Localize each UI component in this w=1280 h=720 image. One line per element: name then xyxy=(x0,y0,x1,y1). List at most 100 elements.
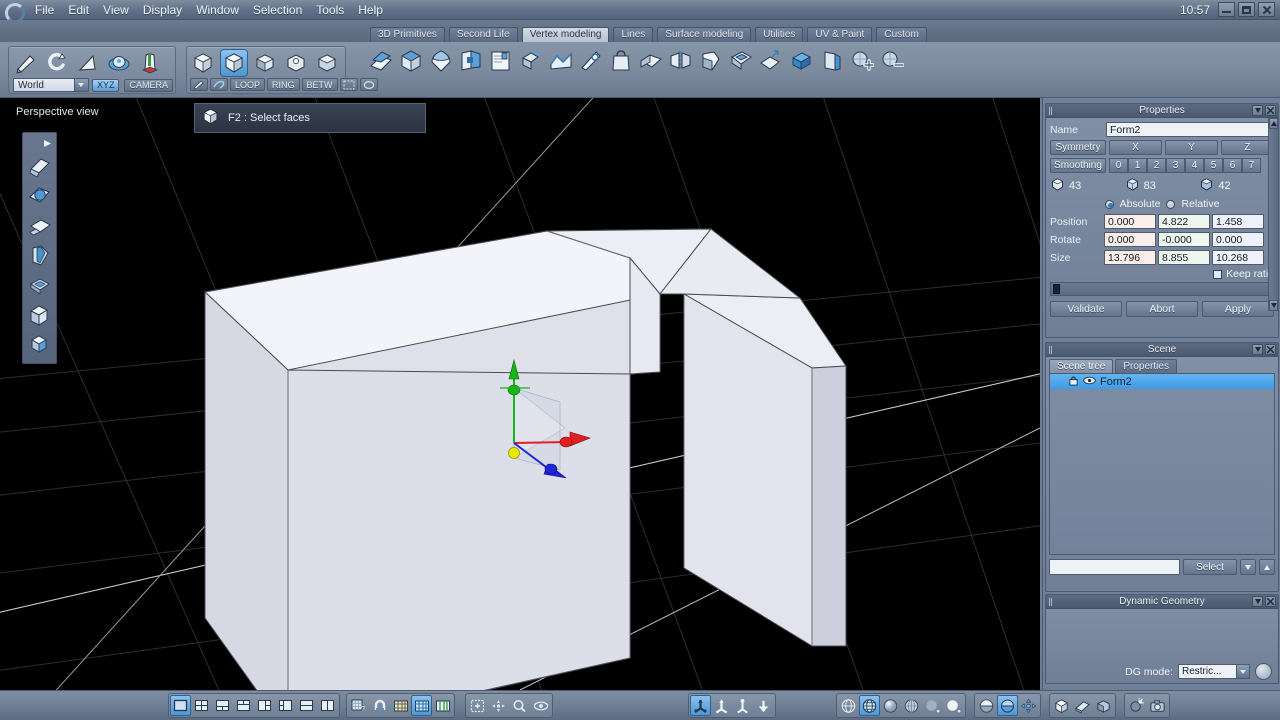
hidden-line-sphere-icon[interactable] xyxy=(859,695,880,716)
panel-menu-icon[interactable] xyxy=(1252,596,1263,607)
keep-ratio-checkbox[interactable] xyxy=(1213,269,1223,279)
shaded-sphere-icon[interactable] xyxy=(880,695,901,716)
layout-3top-icon[interactable] xyxy=(212,695,233,716)
panel-menu-icon[interactable] xyxy=(1252,105,1263,116)
menu-view[interactable]: View xyxy=(96,1,136,19)
menu-window[interactable]: Window xyxy=(189,1,246,19)
menu-file[interactable]: File xyxy=(28,1,61,19)
render-icon[interactable] xyxy=(1126,695,1147,716)
select-faces-icon[interactable] xyxy=(220,49,249,77)
size-z-field[interactable]: 10.268 xyxy=(1212,250,1264,265)
relative-radio[interactable] xyxy=(1166,199,1176,209)
tab-scene-tree[interactable]: Scene tree xyxy=(1049,359,1114,373)
abort-button[interactable]: Abort xyxy=(1126,301,1198,317)
pan-icon[interactable] xyxy=(488,695,509,716)
add-point-icon[interactable] xyxy=(846,46,876,76)
scale-icon[interactable] xyxy=(74,49,102,77)
tab-lines[interactable]: Lines xyxy=(613,27,654,42)
scale-manipulator-icon[interactable] xyxy=(753,695,774,716)
select-button[interactable]: Select xyxy=(1183,559,1237,575)
textured-sphere-icon[interactable] xyxy=(901,695,922,716)
grid-green-icon[interactable] xyxy=(432,695,453,716)
universal-manipulator-icon[interactable] xyxy=(105,49,133,77)
move-view-icon[interactable] xyxy=(1018,695,1039,716)
symmetry-y-button[interactable]: Y xyxy=(1165,140,1218,155)
layout-h-split-icon[interactable] xyxy=(296,695,317,716)
sheet-icon[interactable] xyxy=(486,46,516,76)
smoothing-7-button[interactable]: 7 xyxy=(1242,158,1261,173)
camera-snapshot-icon[interactable] xyxy=(1147,695,1168,716)
properties-scrollbar[interactable] xyxy=(1268,118,1278,311)
size-x-field[interactable]: 13.796 xyxy=(1104,250,1156,265)
drag-grip-icon[interactable] xyxy=(1049,107,1053,115)
thickness-icon[interactable] xyxy=(816,46,846,76)
position-z-field[interactable]: 1.458 xyxy=(1212,214,1264,229)
validate-button[interactable]: Validate xyxy=(1050,301,1122,317)
position-y-field[interactable]: 4.822 xyxy=(1158,214,1210,229)
inner-extrude-tool-icon[interactable] xyxy=(23,271,56,301)
flat-sphere-icon[interactable] xyxy=(922,695,943,716)
fold-icon[interactable] xyxy=(636,46,666,76)
bridge-icon[interactable] xyxy=(546,46,576,76)
close-icon[interactable] xyxy=(1258,2,1275,17)
smooth-sphere-icon[interactable] xyxy=(943,695,964,716)
ring-button[interactable]: RING xyxy=(267,78,300,91)
round-toggle-icon[interactable] xyxy=(1255,663,1272,680)
eye-look-icon[interactable] xyxy=(530,695,551,716)
panel-close-icon[interactable] xyxy=(1265,596,1276,607)
tree-item-form2[interactable]: Form2 xyxy=(1050,374,1274,389)
smoothing-4-button[interactable]: 4 xyxy=(1185,158,1204,173)
name-field[interactable]: Form2 xyxy=(1106,122,1274,137)
symmetry-icon[interactable] xyxy=(666,46,696,76)
panel-menu-icon[interactable] xyxy=(1252,344,1263,355)
move-manipulator-icon[interactable] xyxy=(711,695,732,716)
panel-close-icon[interactable] xyxy=(1265,105,1276,116)
rotate-icon[interactable] xyxy=(43,49,71,77)
grid-red-icon[interactable] xyxy=(390,695,411,716)
tab-surface-modeling[interactable]: Surface modeling xyxy=(657,27,752,42)
smooth-icon[interactable] xyxy=(426,46,456,76)
tab-uv-paint[interactable]: UV & Paint xyxy=(807,27,873,42)
smoothing-5-button[interactable]: 5 xyxy=(1204,158,1223,173)
wireframe-sphere-icon[interactable] xyxy=(838,695,859,716)
extract-tool-icon[interactable] xyxy=(23,151,56,181)
select-edges-icon[interactable] xyxy=(251,49,279,77)
rotate-y-field[interactable]: -0.000 xyxy=(1158,232,1210,247)
remove-point-icon[interactable] xyxy=(876,46,906,76)
tab-vertex-modeling[interactable]: Vertex modeling xyxy=(521,27,610,42)
apply-button[interactable]: Apply xyxy=(1202,301,1274,317)
cube-iso-icon[interactable] xyxy=(1093,695,1114,716)
grid-settings-icon[interactable]: ? xyxy=(348,695,369,716)
absolute-radio[interactable] xyxy=(1104,199,1114,209)
universal-manipulator-icon[interactable] xyxy=(690,695,711,716)
bevel-icon[interactable] xyxy=(696,46,726,76)
extrude-icon[interactable] xyxy=(786,46,816,76)
panel-close-icon[interactable] xyxy=(1265,344,1276,355)
camera-button[interactable]: CAMERA xyxy=(124,78,173,92)
zoom-icon[interactable] xyxy=(509,695,530,716)
tab-scene-properties[interactable]: Properties xyxy=(1115,359,1177,373)
symmetry-z-button[interactable]: Z xyxy=(1221,140,1274,155)
minimize-icon[interactable] xyxy=(1218,2,1235,17)
layout-single-icon[interactable] xyxy=(170,695,191,716)
chevron-up-icon[interactable] xyxy=(1259,559,1275,575)
loop-button[interactable]: LOOP xyxy=(230,78,266,91)
dynamic-geometry-icon[interactable] xyxy=(136,49,164,77)
chevron-down-icon[interactable] xyxy=(1236,665,1249,678)
cube-ortho-icon[interactable] xyxy=(1072,695,1093,716)
scene-search-input[interactable] xyxy=(1049,559,1180,575)
rotate-x-field[interactable]: 0.000 xyxy=(1104,232,1156,247)
scene-tree[interactable]: Form2 xyxy=(1049,373,1275,555)
menu-edit[interactable]: Edit xyxy=(61,1,96,19)
push-pull-icon[interactable] xyxy=(756,46,786,76)
scroll-knob[interactable] xyxy=(1053,284,1060,294)
dg-mode-combo[interactable]: Restric... xyxy=(1178,664,1250,679)
scroll-up-button[interactable] xyxy=(1269,118,1278,129)
select-object-icon[interactable] xyxy=(313,49,341,77)
layout-3right-icon[interactable] xyxy=(275,695,296,716)
smoothing-6-button[interactable]: 6 xyxy=(1223,158,1242,173)
reference-frame-combo[interactable]: World xyxy=(13,78,89,92)
flatten-tool-icon[interactable] xyxy=(23,211,56,241)
xyz-button[interactable]: XYZ xyxy=(91,78,120,92)
extrude-tool-icon[interactable] xyxy=(23,301,56,331)
